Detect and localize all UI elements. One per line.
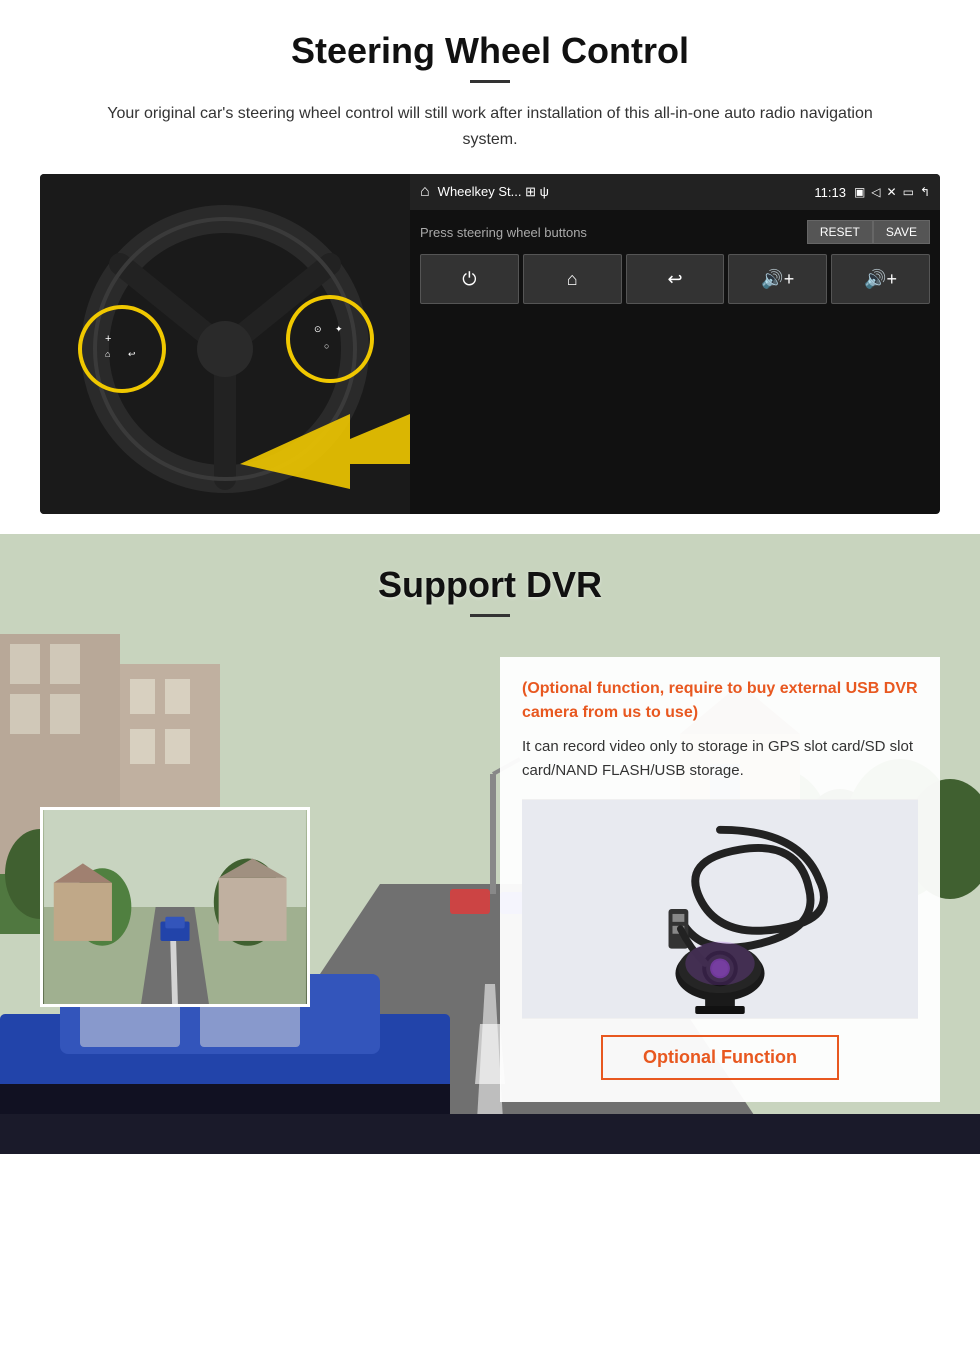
svg-text:⌂: ⌂ (105, 349, 110, 359)
svg-text:✦: ✦ (335, 324, 343, 334)
vol-down-btn[interactable]: 🔊+ (831, 254, 930, 304)
topbar-icons: ▣ ◁ ✕ ▭ ↰ (854, 185, 930, 199)
swc-photo: + ⌂ ↩ ⊙ ✦ ○ (40, 174, 410, 514)
dvr-camera-image (522, 799, 918, 1019)
steering-wheel-visual: + ⌂ ↩ ⊙ ✦ ○ (40, 174, 410, 514)
svg-text:↩: ↩ (128, 349, 136, 359)
vol-up-btn[interactable]: 🔊+ (728, 254, 827, 304)
steering-wheel-section: Steering Wheel Control Your original car… (0, 0, 980, 534)
home-btn[interactable]: ⌂ (523, 254, 622, 304)
swc-topbar: ⌂ Wheelkey St... ⊞ ψ 11:13 ▣ ◁ ✕ ▭ ↰ (410, 174, 940, 210)
swc-demo-area: + ⌂ ↩ ⊙ ✦ ○ ⌂ Wheelkey St... ⊞ (40, 174, 940, 514)
dvr-section: Support DVR (0, 534, 980, 1154)
dvr-left-area (40, 657, 480, 1007)
swc-control-grid: ⏻ ⌂ ↩ 🔊+ 🔊+ (420, 254, 930, 304)
dvr-title-divider (470, 614, 510, 617)
swc-title: Steering Wheel Control (40, 30, 940, 72)
camera-icon: ▣ (854, 185, 865, 199)
swc-prompt-text: Press steering wheel buttons (420, 225, 587, 240)
dvr-description: It can record video only to storage in G… (522, 735, 918, 783)
svg-text:○: ○ (324, 341, 329, 351)
swc-screen: ⌂ Wheelkey St... ⊞ ψ 11:13 ▣ ◁ ✕ ▭ ↰ Pre… (410, 174, 940, 514)
dvr-title: Support DVR (0, 564, 980, 606)
window-icon: ▭ (903, 185, 914, 199)
topbar-home-icon: ⌂ (420, 183, 430, 201)
back-icon: ↰ (920, 185, 930, 199)
topbar-app-title: Wheelkey St... ⊞ ψ (438, 184, 807, 200)
save-button[interactable]: SAVE (873, 220, 930, 244)
x-icon: ✕ (887, 185, 897, 199)
swc-button-row: RESET SAVE (807, 220, 930, 244)
swc-title-divider (470, 80, 510, 83)
swc-prompt-row: Press steering wheel buttons RESET SAVE (420, 220, 930, 244)
dvr-info-card: (Optional function, require to buy exter… (500, 657, 940, 1102)
dvr-content-area: (Optional function, require to buy exter… (0, 637, 980, 1132)
dvr-header: Support DVR (0, 534, 980, 627)
back-btn[interactable]: ↩ (626, 254, 725, 304)
swc-subtitle: Your original car's steering wheel contr… (90, 101, 890, 152)
optional-function-badge: Optional Function (601, 1035, 839, 1080)
power-btn[interactable]: ⏻ (420, 254, 519, 304)
svg-text:⊙: ⊙ (314, 324, 322, 334)
topbar-time: 11:13 (814, 185, 846, 200)
svg-text:+: + (105, 333, 111, 345)
dvr-preview-image (40, 807, 310, 1007)
volume-icon: ◁ (871, 185, 880, 199)
dvr-optional-text: (Optional function, require to buy exter… (522, 677, 918, 725)
reset-button[interactable]: RESET (807, 220, 873, 244)
swc-screen-content: Press steering wheel buttons RESET SAVE … (410, 210, 940, 514)
